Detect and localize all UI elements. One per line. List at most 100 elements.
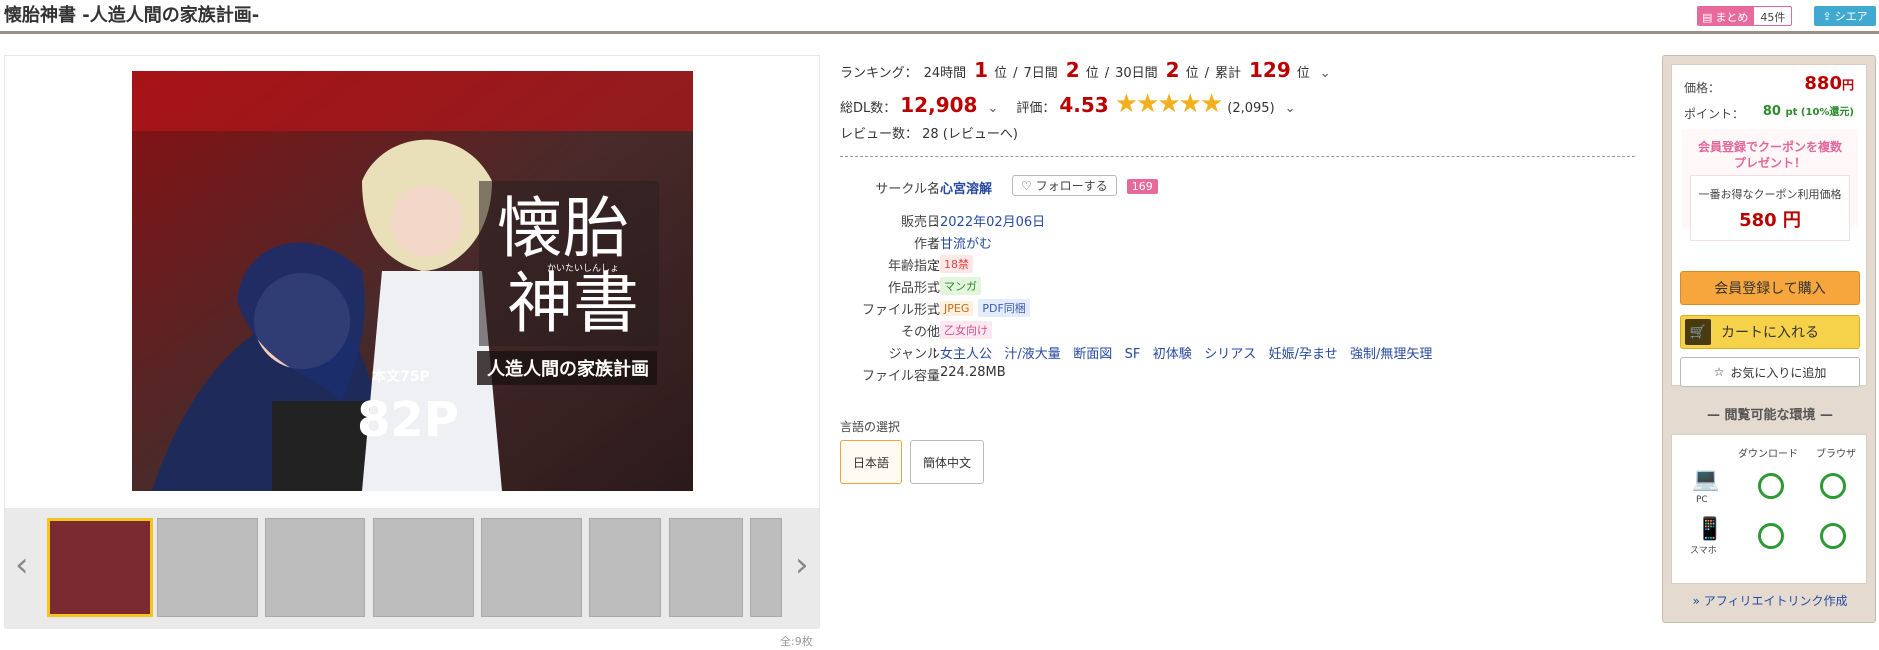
cover-reading: かいたいしんしょ <box>547 263 619 274</box>
share-icon: ⇪ <box>1822 9 1832 23</box>
file-format-tag[interactable]: JPEG <box>940 301 974 316</box>
matome-button[interactable]: ▤ まとめ 45件 <box>1697 6 1793 26</box>
chevron-down-icon[interactable]: ⌄ <box>1285 101 1296 116</box>
thumbnail-item[interactable] <box>157 518 258 617</box>
add-to-cart-button[interactable]: 🛒 カートに入れる <box>1680 315 1860 349</box>
follow-button[interactable]: ♡ フォローする <box>1012 175 1117 196</box>
thumbnail-item[interactable] <box>373 518 474 617</box>
spec-circle: サークル名： 心宮溶解 ♡ フォローする 169 <box>840 175 1640 198</box>
genre-list: 女主人公 汁/液大量 断面図 SF 初体験 シリアス 妊娠/孕ませ 強制/無理矢… <box>940 343 1432 362</box>
heart-icon: ♡ <box>1021 179 1032 193</box>
col-download: ダウンロード <box>1738 449 1798 460</box>
spec-release-date: 販売日： 2022年02月06日 <box>840 211 1640 231</box>
language-option-ja[interactable]: 日本語 <box>840 440 902 484</box>
purchase-panel: 価格： 880円 ポイント： 80 pt (10%還元) 会員登録でクーポンを複… <box>1662 55 1876 623</box>
language-label: 言語の選択 <box>840 420 901 434</box>
share-button[interactable]: ⇪ シエア <box>1814 6 1876 26</box>
genre-link[interactable]: 初体験 <box>1153 347 1192 362</box>
spec-other: その他： 乙女向け <box>840 321 1640 341</box>
rank-total: 129 <box>1249 58 1291 82</box>
genre-link[interactable]: シリアス <box>1204 347 1256 362</box>
price-value: 880円 <box>1804 73 1854 94</box>
genre-link[interactable]: 断面図 <box>1073 347 1112 362</box>
rating-value: 4.53 <box>1059 93 1109 117</box>
image-count-note: 全:9枚 <box>780 635 813 648</box>
matome-count: 45件 <box>1754 7 1792 25</box>
cover-art: 懐胎 神書 かいたいしんしょ 人造人間の家族計画 本文75P 82P <box>132 71 693 491</box>
price-label: 価格： <box>1684 81 1721 95</box>
file-format-tag[interactable]: PDF同梱 <box>978 299 1030 317</box>
rating-count: (2,095) <box>1227 101 1275 116</box>
ranking-row: ランキング： 24時間 1 位 / 7日間 2 位 / 30日間 2 位 / 累… <box>840 58 1331 82</box>
circle-name[interactable]: 心宮溶解 <box>940 178 992 197</box>
rank-24h: 1 <box>974 58 989 82</box>
spec-work-format: 作品形式： マンガ <box>840 277 1640 297</box>
spec-age-rating: 年齢指定： 18禁 <box>840 255 1640 275</box>
thumbnail-item[interactable] <box>669 518 743 617</box>
ranking-label: ランキング： <box>840 66 918 81</box>
spec-file-size: ファイル容量： 224.28MB <box>861 365 1006 384</box>
point-label: ポイント： <box>1684 107 1745 121</box>
pc-icon: 💻 <box>1692 467 1720 492</box>
page-title: 懐胎神書 -人造人間の家族計画- <box>4 5 260 26</box>
main-product-image[interactable]: 懐胎 神書 かいたいしんしょ 人造人間の家族計画 本文75P 82P <box>132 71 693 491</box>
genre-link[interactable]: 女主人公 <box>940 347 992 362</box>
dl-count: 12,908 <box>900 93 978 117</box>
release-date[interactable]: 2022年02月06日 <box>940 211 1045 230</box>
genre-link[interactable]: 強制/無理矢理 <box>1350 347 1432 362</box>
spec-genre: ジャンル： 女主人公 汁/液大量 断面図 SF 初体験 シリアス 妊娠/孕ませ … <box>840 343 1640 363</box>
cover-total-pages: 82P <box>357 392 459 448</box>
chevron-down-icon[interactable]: ⌄ <box>1320 66 1331 81</box>
available-circle-icon <box>1820 473 1846 499</box>
file-size: 224.28MB <box>940 365 1006 380</box>
register-purchase-button[interactable]: 会員登録して購入 <box>1680 271 1860 305</box>
chevron-down-icon[interactable]: ⌄ <box>987 101 998 116</box>
row-phone: スマホ <box>1690 546 1717 556</box>
share-label: シエア <box>1834 10 1868 23</box>
divider <box>840 156 1635 157</box>
other-tag[interactable]: 乙女向け <box>940 321 992 339</box>
point-value: 80 pt (10%還元) <box>1762 104 1854 119</box>
thumbnail-item[interactable] <box>589 518 661 617</box>
thumbnail-item[interactable] <box>265 518 365 617</box>
age-rating-tag[interactable]: 18禁 <box>940 255 973 273</box>
image-gallery: 懐胎 神書 かいたいしんしょ 人造人間の家族計画 本文75P 82P ‹ › <box>4 55 820 629</box>
cover-body-pages: 本文75P <box>372 368 430 385</box>
matome-label: まとめ <box>1715 11 1749 24</box>
thumbnail-strip: ‹ › <box>5 508 819 629</box>
sales-row: 総DL数： 12,908 ⌄ 評価： 4.53 ★★★★★ (2,095) ⌄ <box>840 89 1296 119</box>
add-favorite-button[interactable]: ☆ お気に入りに追加 <box>1680 357 1860 387</box>
available-circle-icon <box>1820 523 1846 549</box>
coupon-price: 580 円 <box>1739 210 1801 231</box>
affiliate-link[interactable]: » アフィリエイトリンク作成 <box>1663 592 1877 609</box>
cover-title-line1: 懐胎 <box>497 190 629 267</box>
next-arrow-icon[interactable]: › <box>795 548 809 582</box>
thumbnail-item[interactable] <box>481 518 582 617</box>
coupon-banner[interactable]: 会員登録でクーポンを複数 プレゼント！ 一番お得なクーポン利用価格 580 円 <box>1682 129 1858 241</box>
review-row: レビュー数： 28 (レビューへ) <box>840 123 1018 142</box>
thumbnail-item[interactable] <box>47 518 153 617</box>
cart-icon: 🛒 <box>1685 319 1711 345</box>
spec-file-format: ファイル形式： JPEG PDF同梱 <box>840 299 1640 319</box>
available-circle-icon <box>1758 523 1784 549</box>
prev-arrow-icon[interactable]: ‹ <box>15 548 29 582</box>
review-link[interactable]: レビュー数： 28 (レビューへ) <box>840 123 1018 142</box>
language-option-zh[interactable]: 簡体中文 <box>910 440 984 484</box>
environment-title: — 閲覧可能な環境 — <box>1706 408 1834 423</box>
available-circle-icon <box>1758 473 1784 499</box>
title-bar: 懐胎神書 -人造人間の家族計画- ▤ まとめ 45件 ⇪ シエア <box>0 0 1879 34</box>
work-format-tag[interactable]: マンガ <box>940 277 981 295</box>
cover-title-line2: 神書 <box>507 265 639 342</box>
genre-link[interactable]: SF <box>1125 347 1141 362</box>
coupon-caption: 一番お得なクーポン利用価格 <box>1698 188 1842 201</box>
genre-link[interactable]: 汁/液大量 <box>1004 347 1060 362</box>
follow-count: 169 <box>1126 179 1158 194</box>
matome-icon: ▤ <box>1702 10 1713 24</box>
col-browser: ブラウザ <box>1816 449 1856 460</box>
author-name[interactable]: 甘流がむ <box>940 233 992 252</box>
rank-30d: 2 <box>1165 58 1180 82</box>
thumbnail-item[interactable] <box>750 518 782 617</box>
phone-icon: 📱 <box>1696 517 1724 542</box>
genre-link[interactable]: 妊娠/孕ませ <box>1269 347 1338 362</box>
price-box: 価格： 880円 ポイント： 80 pt (10%還元) 会員登録でクーポンを複… <box>1671 64 1867 387</box>
